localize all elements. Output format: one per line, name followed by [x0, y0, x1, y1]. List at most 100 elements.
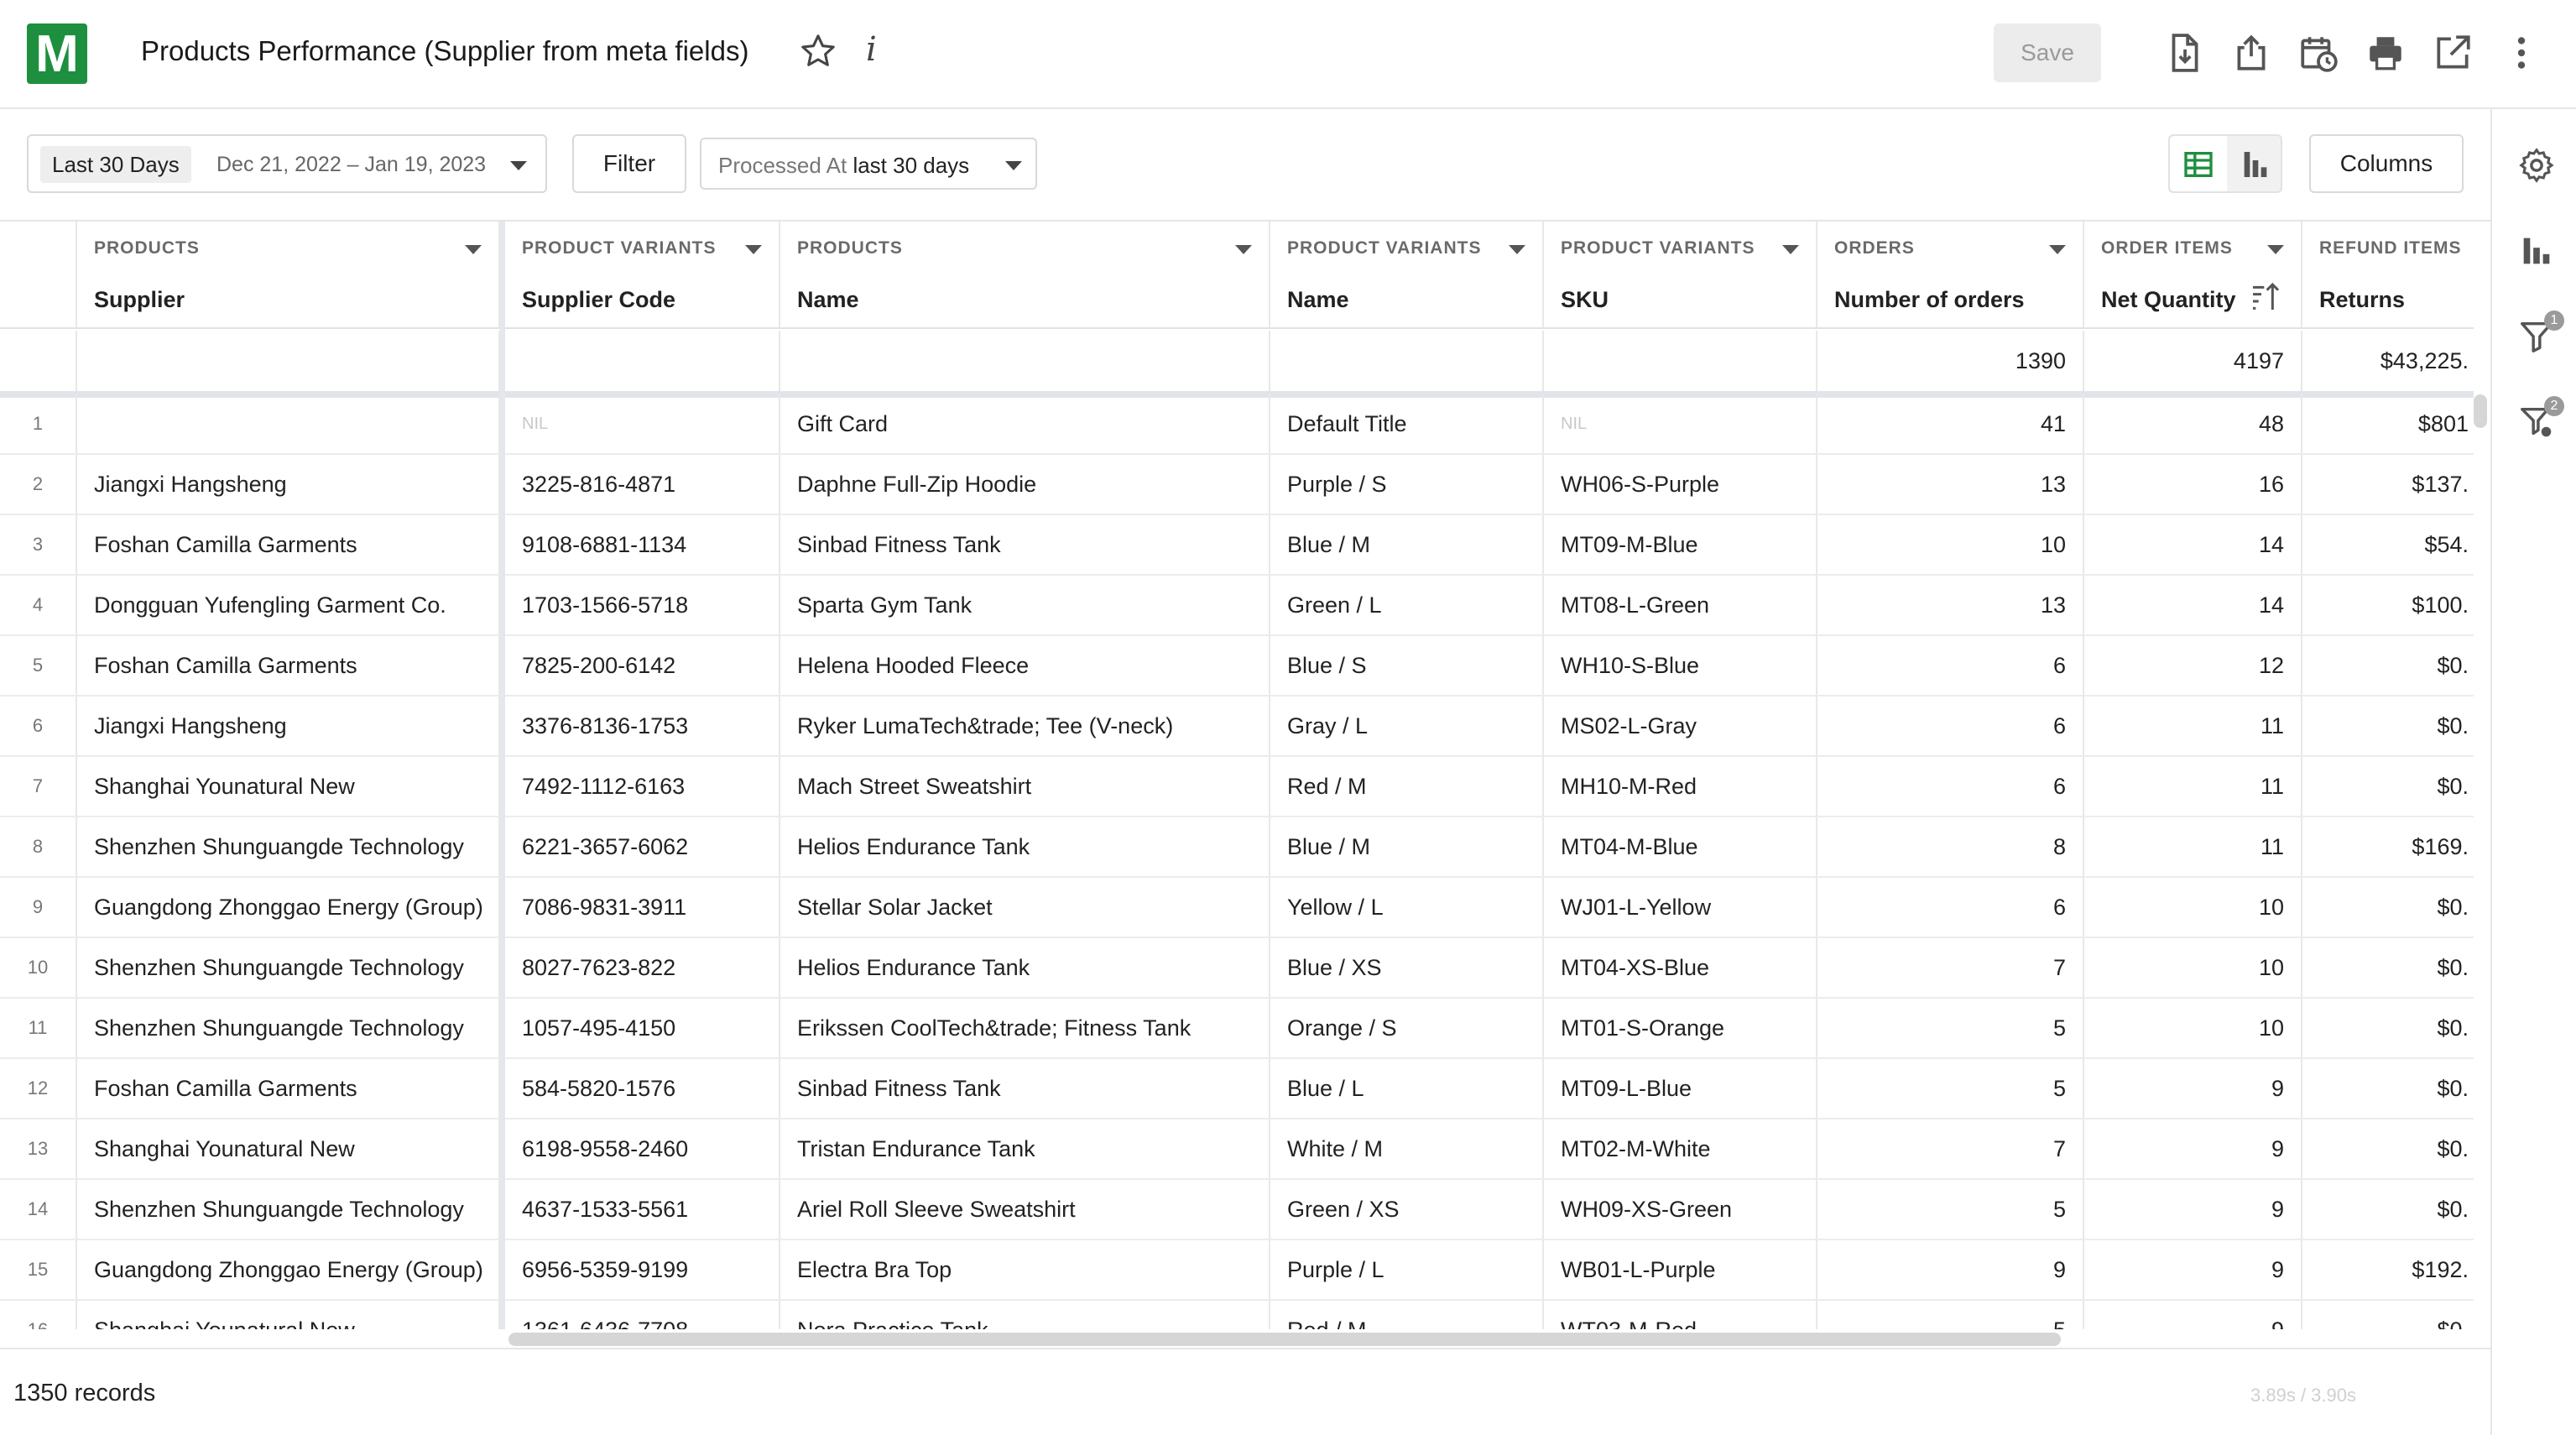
table-cell[interactable]: WB01-L-Purple	[1544, 1240, 1817, 1299]
table-cell[interactable]: 41	[1817, 394, 2084, 453]
download-icon[interactable]	[2163, 32, 2205, 74]
table-cell[interactable]: NIL	[505, 394, 780, 453]
table-cell[interactable]: White / M	[1270, 1119, 1544, 1178]
table-cell[interactable]: Yellow / L	[1270, 878, 1544, 937]
table-cell[interactable]: 1057-495-4150	[505, 999, 780, 1057]
table-cell[interactable]: Helena Hooded Fleece	[780, 636, 1270, 695]
star-icon[interactable]	[799, 32, 837, 70]
table-cell[interactable]: Jiangxi Hangsheng	[77, 455, 500, 514]
table-cell[interactable]: 6	[1817, 697, 2084, 755]
table-cell[interactable]: 7492-1112-6163	[505, 757, 780, 816]
table-cell[interactable]: 9	[2084, 1180, 2302, 1239]
table-cell[interactable]: 4637-1533-5561	[505, 1180, 780, 1239]
table-cell[interactable]: 9	[1817, 1240, 2084, 1299]
table-cell[interactable]: 16	[2084, 455, 2302, 514]
table-cell[interactable]: Blue / S	[1270, 636, 1544, 695]
table-cell[interactable]: MT09-L-Blue	[1544, 1059, 1817, 1118]
table-cell[interactable]: 6	[1817, 757, 2084, 816]
table-cell[interactable]: Electra Bra Top	[780, 1240, 1270, 1299]
table-cell[interactable]: Daphne Full-Zip Hoodie	[780, 455, 1270, 514]
table-cell[interactable]: 9	[2084, 1240, 2302, 1299]
column-menu-chevron-icon[interactable]	[2049, 245, 2066, 254]
table-cell[interactable]: 13	[1817, 455, 2084, 514]
table-row[interactable]: 13 Shanghai Younatural New 6198-9558-2460 T…	[0, 1119, 2474, 1180]
date-range-picker[interactable]: Last 30 Days Dec 21, 2022 – Jan 19, 2023	[27, 134, 547, 193]
date-preset-chip[interactable]: Last 30 Days	[40, 146, 191, 183]
table-cell[interactable]: Sparta Gym Tank	[780, 576, 1270, 634]
table-cell[interactable]: 5	[1817, 1301, 2084, 1329]
table-cell[interactable]: $0.	[2302, 1119, 2474, 1178]
table-cell[interactable]: Green / XS	[1270, 1180, 1544, 1239]
table-cell[interactable]: Foshan Camilla Garments	[77, 515, 500, 574]
table-cell[interactable]: MT04-M-Blue	[1544, 817, 1817, 876]
column-header[interactable]: REFUND ITEMS Returns	[2302, 222, 2474, 327]
table-cell[interactable]: $0.	[2302, 636, 2474, 695]
table-cell[interactable]: Tristan Endurance Tank	[780, 1119, 1270, 1178]
table-cell[interactable]: MT04-XS-Blue	[1544, 938, 1817, 997]
sort-descending-icon[interactable]	[2247, 280, 2284, 314]
table-cell[interactable]: Red / M	[1270, 1301, 1544, 1329]
table-cell[interactable]: Helios Endurance Tank	[780, 817, 1270, 876]
table-cell[interactable]: 10	[2084, 878, 2302, 937]
table-cell[interactable]: 5	[1817, 1059, 2084, 1118]
table-cell[interactable]: 48	[2084, 394, 2302, 453]
table-cell[interactable]: WH06-S-Purple	[1544, 455, 1817, 514]
table-cell[interactable]: 6	[1817, 878, 2084, 937]
column-header[interactable]: PRODUCTS Supplier	[77, 222, 500, 327]
table-cell[interactable]: Purple / S	[1270, 455, 1544, 514]
table-cell[interactable]: Ariel Roll Sleeve Sweatshirt	[780, 1180, 1270, 1239]
table-cell[interactable]: 5	[1817, 999, 2084, 1057]
column-header[interactable]: PRODUCT VARIANTS Supplier Code	[505, 222, 780, 327]
table-cell[interactable]: 1703-1566-5718	[505, 576, 780, 634]
table-cell[interactable]: 10	[1817, 515, 2084, 574]
table-cell[interactable]: 11	[2084, 697, 2302, 755]
table-row[interactable]: 10 Shenzhen Shunguangde Technology 8027-76…	[0, 938, 2474, 999]
table-cell[interactable]: $0.	[2302, 999, 2474, 1057]
table-cell[interactable]: Foshan Camilla Garments	[77, 1059, 500, 1118]
table-cell[interactable]: 9	[2084, 1301, 2302, 1329]
info-icon[interactable]: i	[866, 30, 877, 69]
table-cell[interactable]: 6221-3657-6062	[505, 817, 780, 876]
horizontal-scrollbar[interactable]	[508, 1333, 2061, 1346]
share-icon[interactable]	[2230, 32, 2272, 74]
table-cell[interactable]: MT02-M-White	[1544, 1119, 1817, 1178]
table-row[interactable]: 12 Foshan Camilla Garments 584-5820-1576 Si…	[0, 1059, 2474, 1119]
table-row[interactable]: 11 Shenzhen Shunguangde Technology 1057-49…	[0, 999, 2474, 1059]
table-cell[interactable]: 3376-8136-1753	[505, 697, 780, 755]
table-row[interactable]: 6 Jiangxi Hangsheng 3376-8136-1753 Ryker Lu…	[0, 697, 2474, 757]
table-cell[interactable]: 9	[2084, 1119, 2302, 1178]
column-menu-chevron-icon[interactable]	[1782, 245, 1799, 254]
chart-view-icon[interactable]	[2239, 148, 2272, 181]
table-cell[interactable]: Red / M	[1270, 757, 1544, 816]
table-cell[interactable]: 584-5820-1576	[505, 1059, 780, 1118]
table-cell[interactable]: Shanghai Younatural New	[77, 757, 500, 816]
table-cell[interactable]: $137.	[2302, 455, 2474, 514]
table-cell[interactable]: Default Title	[1270, 394, 1544, 453]
table-cell[interactable]: $0.	[2302, 1301, 2474, 1329]
table-cell[interactable]: Blue / M	[1270, 817, 1544, 876]
table-cell[interactable]: 7086-9831-3911	[505, 878, 780, 937]
table-cell[interactable]: $169.	[2302, 817, 2474, 876]
table-cell[interactable]: $192.	[2302, 1240, 2474, 1299]
columns-button[interactable]: Columns	[2309, 134, 2464, 193]
table-cell[interactable]: 6198-9558-2460	[505, 1119, 780, 1178]
table-cell[interactable]: 10	[2084, 938, 2302, 997]
table-cell[interactable]: $54.	[2302, 515, 2474, 574]
table-cell[interactable]: Orange / S	[1270, 999, 1544, 1057]
schedule-icon[interactable]	[2297, 32, 2339, 74]
table-cell[interactable]: NIL	[1544, 394, 1817, 453]
table-row[interactable]: 16Shanghai Younatural New1361-6436-7708N…	[0, 1301, 2474, 1329]
table-row[interactable]: 3 Foshan Camilla Garments 9108-6881-1134 Si…	[0, 515, 2474, 576]
chart-icon[interactable]	[2517, 232, 2556, 270]
table-cell[interactable]: Gray / L	[1270, 697, 1544, 755]
table-cell[interactable]: Shenzhen Shunguangde Technology	[77, 999, 500, 1057]
filter-button[interactable]: Filter	[572, 134, 686, 193]
open-external-icon[interactable]	[2432, 32, 2474, 74]
table-cell[interactable]: 10	[2084, 999, 2302, 1057]
table-cell[interactable]: 7	[1817, 1119, 2084, 1178]
table-cell[interactable]: $100.	[2302, 576, 2474, 634]
column-menu-chevron-icon[interactable]	[2267, 245, 2284, 254]
table-cell[interactable]: Sinbad Fitness Tank	[780, 515, 1270, 574]
table-cell[interactable]: 6956-5359-9199	[505, 1240, 780, 1299]
vertical-scrollbar[interactable]	[2474, 394, 2487, 428]
